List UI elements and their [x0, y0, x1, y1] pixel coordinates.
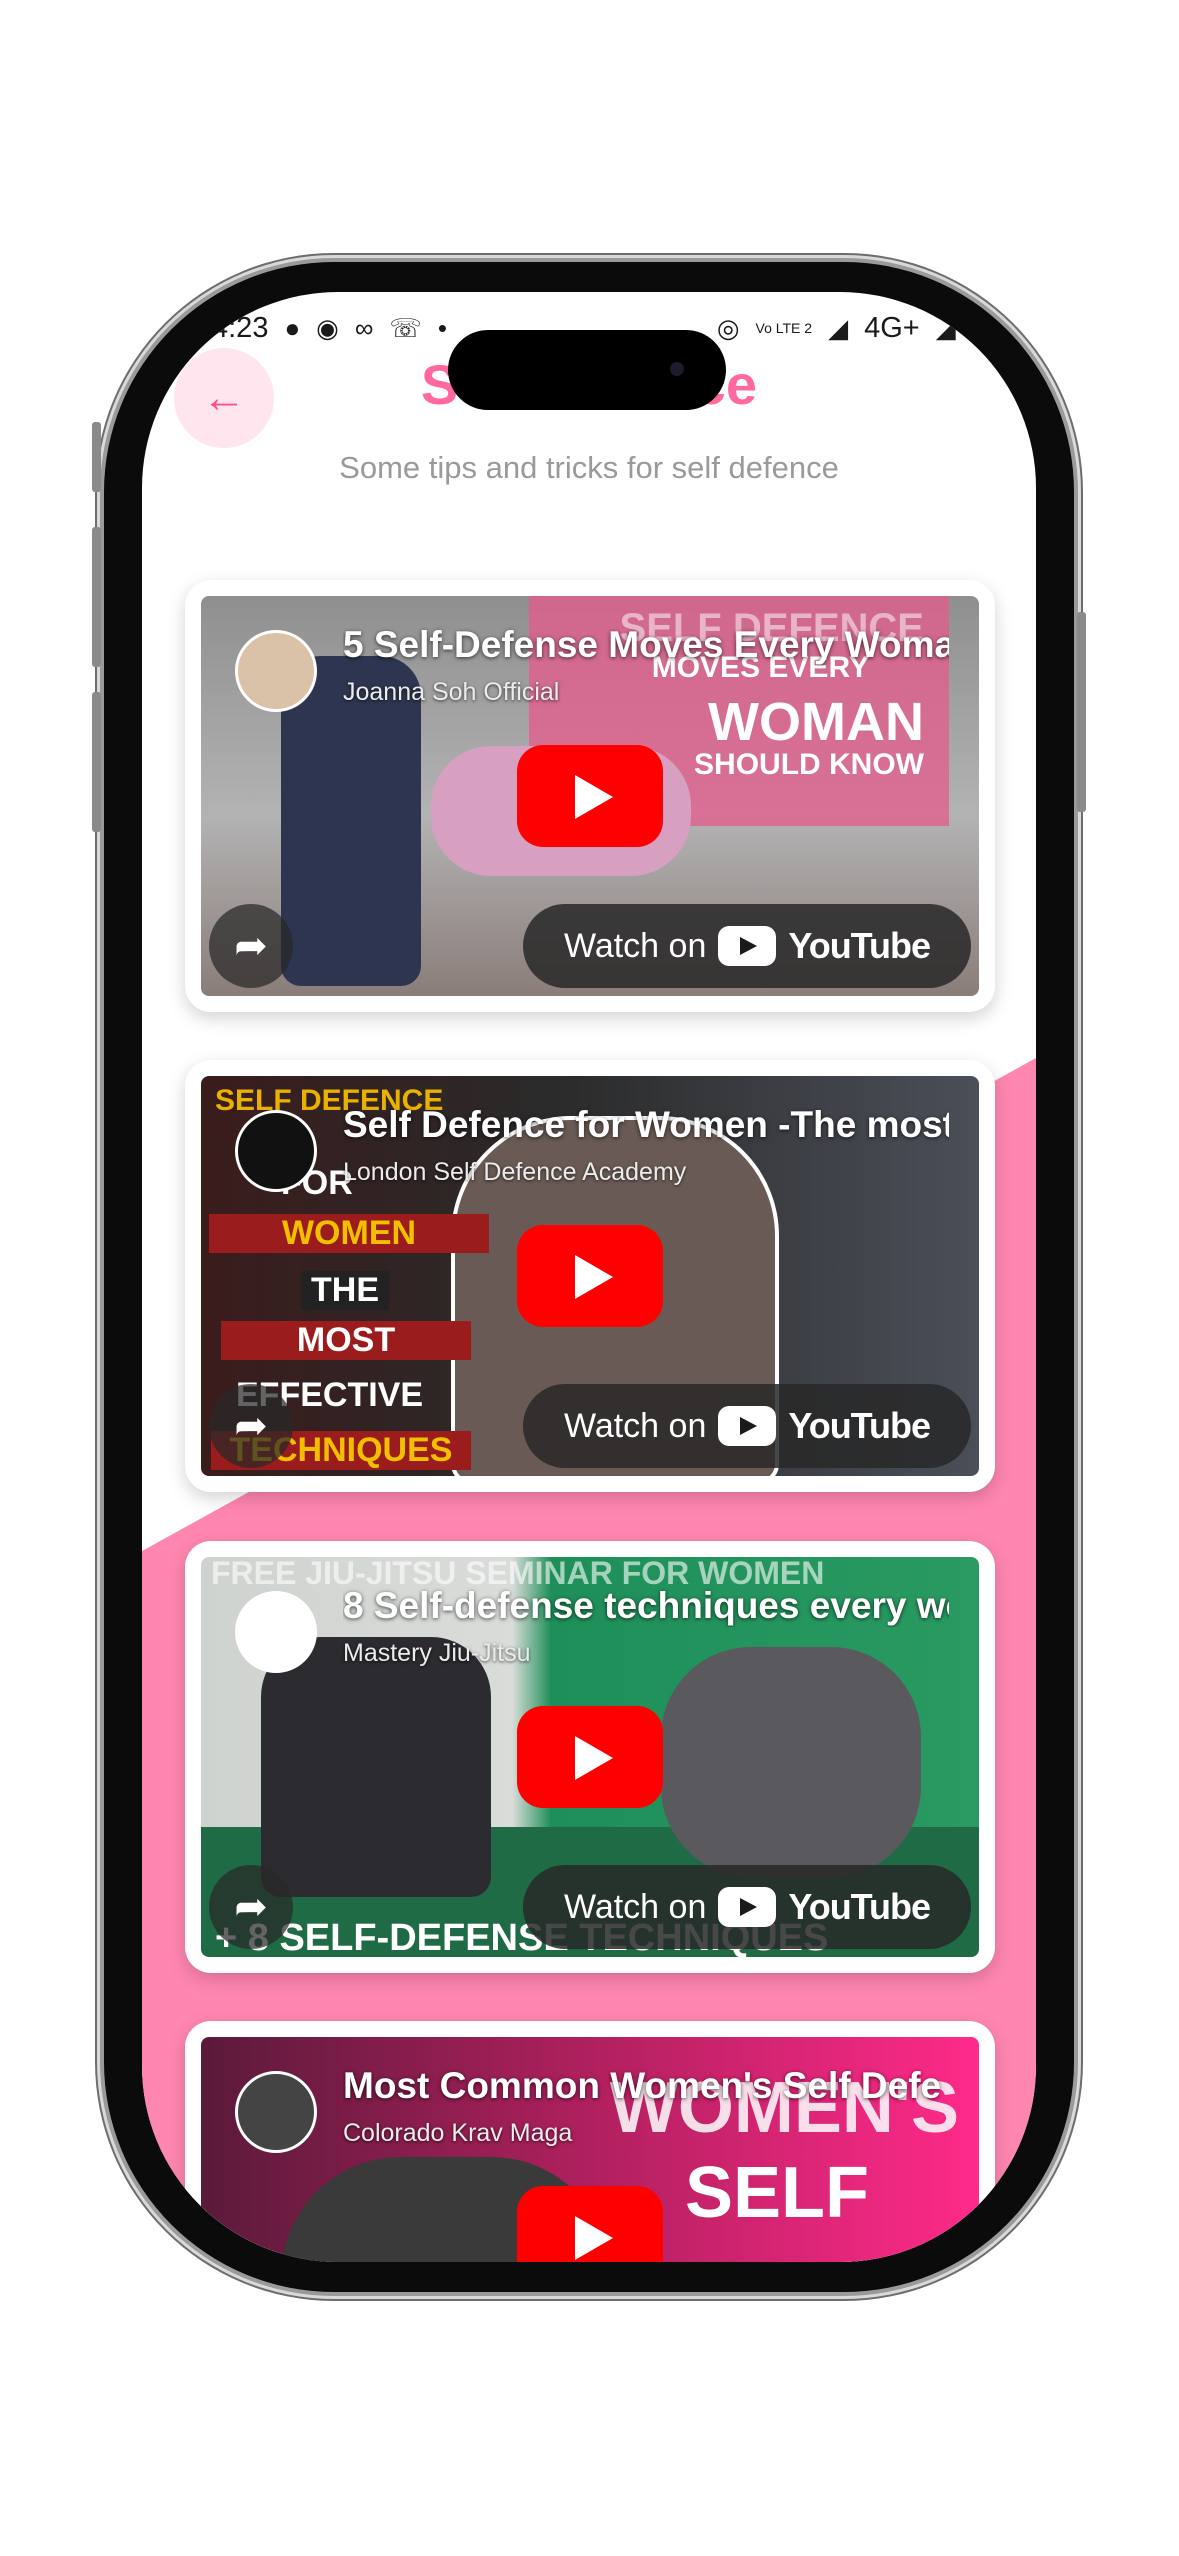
- hotspot-icon: ◎: [716, 312, 740, 343]
- youtube-label: YouTube: [788, 925, 931, 966]
- video-card[interactable]: SELF DEFENCE MOVES EVERY WOMAN SHOULD KN…: [185, 580, 995, 1012]
- youtube-icon: [718, 1887, 777, 1927]
- video-card[interactable]: WOMEN'S SELF Most Common Women's Self De…: [185, 2021, 995, 2262]
- video-title[interactable]: Most Common Women's Self Defe: [343, 2065, 949, 2107]
- share-icon: ➦: [234, 1885, 268, 1929]
- video-thumbnail[interactable]: WOMEN'S SELF Most Common Women's Self De…: [201, 2037, 979, 2262]
- whatsapp-icon: ☏: [389, 312, 422, 343]
- play-button[interactable]: [517, 1225, 663, 1327]
- battery-icon: ▮: [971, 312, 986, 343]
- channel-name[interactable]: Mastery Jiu-Jitsu: [343, 1639, 531, 1668]
- watch-on-label: Watch on: [564, 1406, 707, 1445]
- thumbnail-person: [261, 1637, 491, 1897]
- thumbnail-overlay-text: THE: [301, 1271, 389, 1310]
- share-button[interactable]: ➦: [209, 1384, 293, 1468]
- watch-on-label: Watch on: [564, 926, 707, 965]
- watch-on-label: Watch on: [564, 1887, 707, 1926]
- video-title[interactable]: Self Defence for Women -The most: [343, 1104, 949, 1146]
- video-title[interactable]: 8 Self-defense techniques every wo: [343, 1585, 949, 1627]
- youtube-label: YouTube: [788, 1405, 931, 1446]
- share-icon: ➦: [234, 1404, 268, 1448]
- channel-avatar[interactable]: [235, 2071, 317, 2153]
- messenger-icon: ◉: [316, 312, 339, 343]
- network-type: 4G+: [864, 311, 920, 344]
- volume-down-button: [92, 692, 101, 832]
- play-button[interactable]: [517, 2186, 663, 2262]
- dot-icon: •: [437, 312, 448, 343]
- app-screen: 4:23 ● ◉ ∞ ☏ • ◎ Vo LTE 2 ◢ 4G+ ◢ ▮ ← Se…: [142, 292, 1036, 2262]
- youtube-label: YouTube: [788, 1886, 931, 1927]
- watch-on-youtube-button[interactable]: Watch on YouTube: [523, 1384, 971, 1468]
- video-title[interactable]: 5 Self-Defense Moves Every Woma: [343, 624, 949, 666]
- thumbnail-person-2: [661, 1647, 921, 1877]
- power-button: [1077, 612, 1086, 812]
- share-button[interactable]: ➦: [209, 904, 293, 988]
- video-card[interactable]: SELF DEFENCE FOR WOMEN THE MOST EFFECTIV…: [185, 1060, 995, 1492]
- signal-icon: ◢: [828, 312, 849, 343]
- thumbnail-overlay-text: SHOULD KNOW: [694, 748, 924, 781]
- channel-name[interactable]: Colorado Krav Maga: [343, 2119, 572, 2148]
- youtube-icon: [718, 1406, 777, 1446]
- thumbnail-overlay-text: MOST: [221, 1321, 471, 1360]
- play-button[interactable]: [517, 1706, 663, 1808]
- thumbnail-overlay-text: WOMEN: [209, 1214, 489, 1253]
- chat-icon: ●: [284, 312, 301, 343]
- phone-frame: 4:23 ● ◉ ∞ ☏ • ◎ Vo LTE 2 ◢ 4G+ ◢ ▮ ← Se…: [92, 262, 1086, 2292]
- watch-on-youtube-button[interactable]: Watch on YouTube: [523, 904, 971, 988]
- page-subtitle: Some tips and tricks for self defence: [339, 450, 839, 485]
- watch-on-youtube-button[interactable]: Watch on YouTube: [523, 1865, 971, 1949]
- video-thumbnail[interactable]: SELF DEFENCE FOR WOMEN THE MOST EFFECTIV…: [201, 1076, 979, 1476]
- dynamic-island: [448, 330, 726, 410]
- action-button: [92, 422, 101, 492]
- video-thumbnail[interactable]: FREE JIU-JITSU SEMINAR FOR WOMEN + 8 SEL…: [201, 1557, 979, 1957]
- share-icon: ➦: [234, 924, 268, 968]
- channel-avatar[interactable]: [235, 630, 317, 712]
- channel-name[interactable]: London Self Defence Academy: [343, 1158, 686, 1187]
- status-time: 4:23: [212, 311, 269, 344]
- arrow-left-icon: ←: [202, 373, 246, 422]
- volte-badge: Vo LTE 2: [755, 319, 813, 336]
- voicemail-icon: ∞: [354, 312, 374, 343]
- thumbnail-overlay-text: WOMAN: [708, 692, 924, 752]
- volume-up-button: [92, 527, 101, 667]
- video-card[interactable]: FREE JIU-JITSU SEMINAR FOR WOMEN + 8 SEL…: [185, 1541, 995, 1973]
- camera-dot: [670, 362, 684, 376]
- youtube-icon: [718, 926, 777, 966]
- channel-avatar[interactable]: [235, 1591, 317, 1673]
- video-thumbnail[interactable]: SELF DEFENCE MOVES EVERY WOMAN SHOULD KN…: [201, 596, 979, 996]
- channel-name[interactable]: Joanna Soh Official: [343, 678, 559, 707]
- share-button[interactable]: ➦: [209, 1865, 293, 1949]
- thumbnail-overlay-text: SELF: [684, 2153, 869, 2233]
- signal-icon-2: ◢: [935, 312, 956, 343]
- play-button[interactable]: [517, 745, 663, 847]
- channel-avatar[interactable]: [235, 1110, 317, 1192]
